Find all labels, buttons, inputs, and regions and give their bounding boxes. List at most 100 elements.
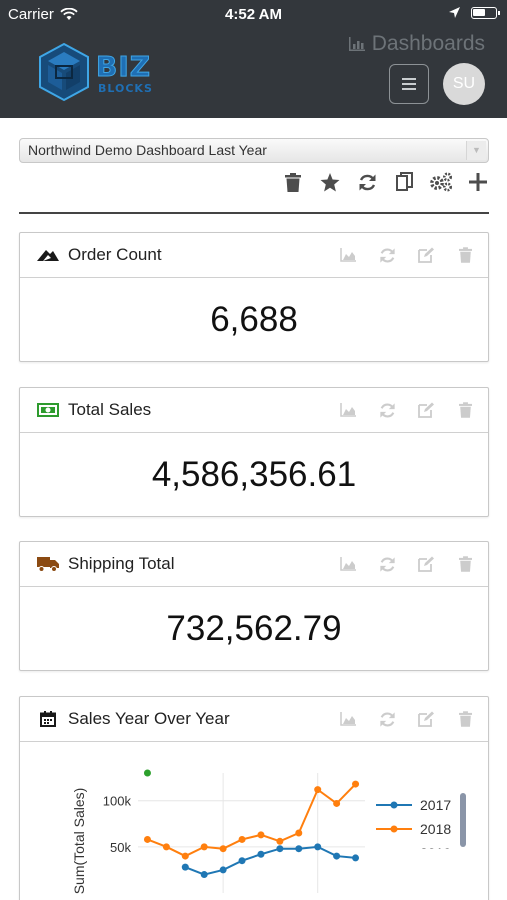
data-point-2017[interactable] <box>295 845 303 853</box>
legend-scrollbar[interactable] <box>460 793 466 847</box>
data-point-2018[interactable] <box>276 837 284 845</box>
shipping-total-widget: Shipping Total 732,562.79 <box>19 541 489 671</box>
widget-tools <box>339 400 474 420</box>
user-avatar[interactable]: SU <box>443 63 485 105</box>
data-point-2018[interactable] <box>181 852 189 860</box>
data-point-2018[interactable] <box>314 786 322 794</box>
location-arrow-icon <box>449 7 460 18</box>
data-point-2018[interactable] <box>352 780 360 788</box>
delete-widget-button[interactable] <box>456 400 474 420</box>
chart-type-button[interactable] <box>339 554 357 574</box>
chart-type-button[interactable] <box>339 400 357 420</box>
delete-widget-button[interactable] <box>456 554 474 574</box>
delete-widget-button[interactable] <box>456 245 474 265</box>
refresh-widget-button[interactable] <box>378 709 396 729</box>
order-count-widget: Order Count 6,688 <box>19 232 489 362</box>
area-chart-icon <box>340 557 356 571</box>
edit-widget-button[interactable] <box>417 400 435 420</box>
data-point-2017[interactable] <box>333 852 341 860</box>
copy-icon <box>395 172 413 191</box>
star-icon <box>320 172 340 191</box>
trash-icon <box>458 402 472 418</box>
total-sales-widget: Total Sales 4,586,356.61 <box>19 387 489 517</box>
data-point-2018[interactable] <box>238 835 246 843</box>
dashboards-label: Dashboards <box>371 32 485 55</box>
chevron-down-icon: ▼ <box>466 141 486 160</box>
legend-item-2018[interactable]: 2018 <box>376 821 451 837</box>
area-chart-icon <box>340 248 356 262</box>
edit-icon <box>417 711 434 727</box>
delete-widget-button[interactable] <box>456 709 474 729</box>
settings-icon <box>430 172 453 192</box>
truck-icon <box>36 554 60 574</box>
data-point-2019[interactable] <box>143 769 151 777</box>
refresh-widget-button[interactable] <box>378 554 396 574</box>
hamburger-icon <box>402 78 416 90</box>
data-point-2017[interactable] <box>352 854 360 862</box>
legend-item-2019[interactable]: 2019 <box>376 845 451 861</box>
dashboard-select[interactable]: Northwind Demo Dashboard Last Year ▼ <box>19 138 489 163</box>
dashboard-select-value: Northwind Demo Dashboard Last Year <box>28 142 267 158</box>
widget-header: Shipping Total <box>20 542 488 587</box>
copy-dashboard-button[interactable] <box>392 170 416 194</box>
refresh-icon <box>379 556 395 572</box>
data-point-2018[interactable] <box>162 843 170 851</box>
legend-item-2017[interactable]: 2017 <box>376 797 451 813</box>
dashboard-settings-button[interactable] <box>429 170 453 194</box>
area-chart-icon <box>340 712 356 726</box>
bar-chart-icon <box>348 37 365 51</box>
legend-label: 2018 <box>420 821 451 837</box>
y-tick-label: 50k <box>110 840 131 855</box>
data-point-2018[interactable] <box>200 843 208 851</box>
refresh-icon <box>379 711 395 727</box>
data-point-2017[interactable] <box>257 850 265 858</box>
data-point-2018[interactable] <box>257 831 265 839</box>
hamburger-menu-button[interactable] <box>389 64 429 104</box>
edit-icon <box>417 402 434 418</box>
calendar-icon <box>36 709 60 729</box>
favorite-dashboard-button[interactable] <box>318 170 342 194</box>
plus-icon <box>469 173 487 191</box>
logo-subtext: BLOCKS <box>98 82 153 95</box>
data-point-2017[interactable] <box>314 843 322 851</box>
bizblocks-logo[interactable]: BIZ BLOCKS <box>36 40 176 104</box>
widget-tools <box>339 554 474 574</box>
series-line-2017 <box>184 845 356 876</box>
data-point-2017[interactable] <box>238 857 246 865</box>
chart-type-button[interactable] <box>339 709 357 729</box>
sales-yoy-widget: Sales Year Over Year Sum(Total Sales) 50… <box>19 696 489 900</box>
area-chart-icon <box>340 403 356 417</box>
series-line-2018 <box>147 783 357 858</box>
widget-title: Total Sales <box>68 400 152 419</box>
refresh-widget-button[interactable] <box>378 245 396 265</box>
data-point-2018[interactable] <box>333 799 341 807</box>
data-point-2017[interactable] <box>181 863 189 871</box>
add-widget-button[interactable] <box>466 170 490 194</box>
trash-icon <box>458 556 472 572</box>
battery-icon <box>471 6 500 19</box>
delete-dashboard-button[interactable] <box>281 170 305 194</box>
data-point-2018[interactable] <box>143 835 151 843</box>
data-point-2017[interactable] <box>219 866 227 874</box>
chart-type-button[interactable] <box>339 245 357 265</box>
dashboards-nav-link[interactable]: Dashboards <box>348 32 485 56</box>
widget-title: Sales Year Over Year <box>68 709 230 728</box>
edit-widget-button[interactable] <box>417 709 435 729</box>
edit-widget-button[interactable] <box>417 554 435 574</box>
edit-widget-button[interactable] <box>417 245 435 265</box>
legend-label: 2017 <box>420 797 451 813</box>
refresh-icon <box>379 247 395 263</box>
widget-value: 4,586,356.61 <box>151 454 357 494</box>
data-point-2018[interactable] <box>219 845 227 853</box>
widget-title: Order Count <box>68 245 162 264</box>
data-point-2018[interactable] <box>295 829 303 837</box>
data-point-2017[interactable] <box>276 845 284 853</box>
widget-tools <box>339 709 474 729</box>
data-point-2017[interactable] <box>200 871 208 879</box>
logo-cube-icon <box>39 42 89 102</box>
refresh-widget-button[interactable] <box>378 400 396 420</box>
trash-icon <box>458 711 472 727</box>
logo-text: BIZ <box>95 50 152 84</box>
trash-icon <box>458 247 472 263</box>
refresh-dashboard-button[interactable] <box>355 170 379 194</box>
